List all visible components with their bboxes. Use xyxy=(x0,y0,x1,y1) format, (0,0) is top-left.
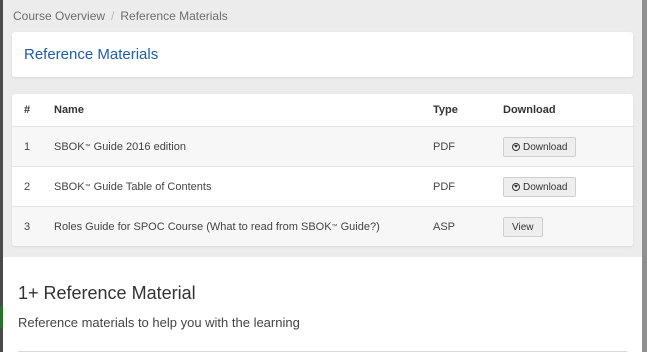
row-action: Download xyxy=(503,127,577,167)
title-card: Reference Materials xyxy=(12,32,633,77)
view-button[interactable]: View xyxy=(503,217,543,237)
row-number: 1 xyxy=(24,141,31,153)
page-title: Reference Materials xyxy=(24,46,159,63)
column-header-name: Name xyxy=(54,104,84,116)
row-action: Download xyxy=(503,167,577,207)
breadcrumb: Course Overview / Reference Materials xyxy=(13,9,228,23)
row-type: ASP xyxy=(433,221,456,233)
download-button[interactable]: Download xyxy=(503,177,577,197)
table-row: 2 SBOK ™ Guide Table of Contents PDF Down… xyxy=(12,166,633,207)
row-number: 3 xyxy=(24,221,31,233)
row-name: SBOK ™ Guide Table of Contents xyxy=(54,181,212,193)
row-name: SBOK ™ Guide 2016 edition xyxy=(54,141,186,153)
section-heading: 1+ Reference Material xyxy=(18,283,196,303)
reference-materials-panel: Course Overview / Reference Materials Refe… xyxy=(3,0,642,257)
scrollbar-track[interactable] xyxy=(642,0,647,352)
download-icon xyxy=(512,143,520,151)
column-header-download: Download xyxy=(503,104,556,116)
section-description: Reference materials to help you with the… xyxy=(18,315,300,330)
row-type: PDF xyxy=(433,181,455,193)
row-number: 2 xyxy=(24,181,31,193)
column-header-type: Type xyxy=(433,104,458,116)
breadcrumb-reference-materials: Reference Materials xyxy=(120,9,228,23)
page: Course Overview / Reference Materials Refe… xyxy=(0,0,647,352)
breadcrumb-separator: / xyxy=(111,9,115,23)
reference-material-section: 1+ Reference Material Reference material… xyxy=(3,257,642,352)
column-header-number: # xyxy=(24,104,31,116)
row-name: Roles Guide for SPOC Course (What to rea… xyxy=(54,221,380,233)
table-row: 1 SBOK ™ Guide 2016 edition PDF Download xyxy=(12,126,633,167)
table-header-row: # Name Type Download xyxy=(12,94,633,127)
table-row: 3 Roles Guide for SPOC Course (What to r… xyxy=(12,206,633,246)
row-action: View xyxy=(503,207,543,246)
breadcrumb-course-overview[interactable]: Course Overview xyxy=(13,9,105,23)
download-icon xyxy=(512,183,520,191)
row-type: PDF xyxy=(433,141,455,153)
download-button[interactable]: Download xyxy=(503,137,577,157)
materials-table: # Name Type Download 1 SBOK ™ Guide 2016 … xyxy=(12,94,633,246)
